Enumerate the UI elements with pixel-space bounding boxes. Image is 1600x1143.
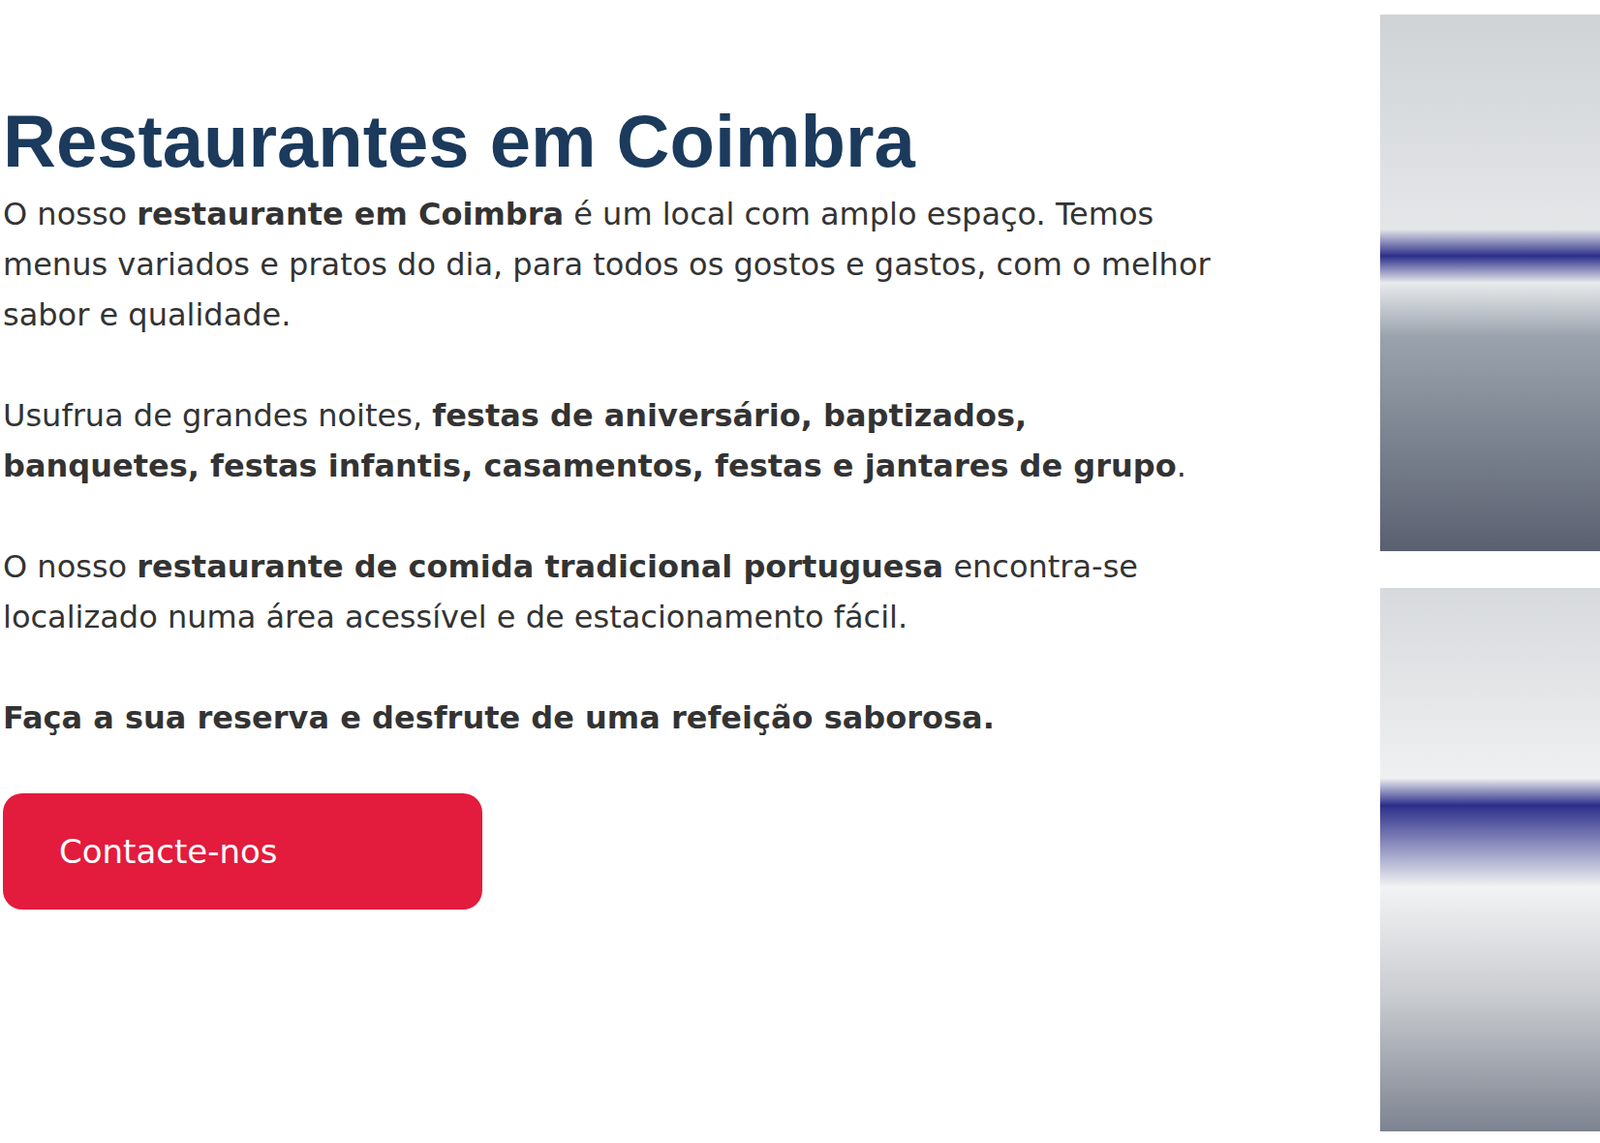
paragraph: O nosso restaurante de comida tradiciona… <box>2 541 1211 643</box>
paragraph: Faça a sua reserva e desfrute de uma ref… <box>2 692 1211 743</box>
text-segment: O nosso <box>2 548 137 585</box>
text-segment: restaurante em Coimbra <box>136 195 564 233</box>
dining-room-photo <box>1380 14 1600 552</box>
page-heading: Restaurantes em Coimbra <box>2 96 1211 185</box>
paragraph: O nosso restaurante em Coimbra é um loca… <box>2 188 1211 340</box>
content: Restaurantes em Coimbra O nosso restaura… <box>0 0 1211 1143</box>
text-segment: . <box>1176 447 1187 485</box>
text-segment: Usufrua de grandes noites, <box>2 397 432 434</box>
text-segment: Faça a sua reserva e desfrute de uma ref… <box>2 699 995 737</box>
text-segment: O nosso <box>2 195 137 233</box>
dining-room-photo <box>1380 587 1600 1132</box>
text-segment: restaurante de comida tradicional portug… <box>136 548 944 585</box>
photos <box>1380 0 1600 1143</box>
paragraph: Usufrua de grandes noites, festas de ani… <box>2 390 1211 492</box>
contact-button[interactable]: Contacte-nos <box>2 793 483 910</box>
